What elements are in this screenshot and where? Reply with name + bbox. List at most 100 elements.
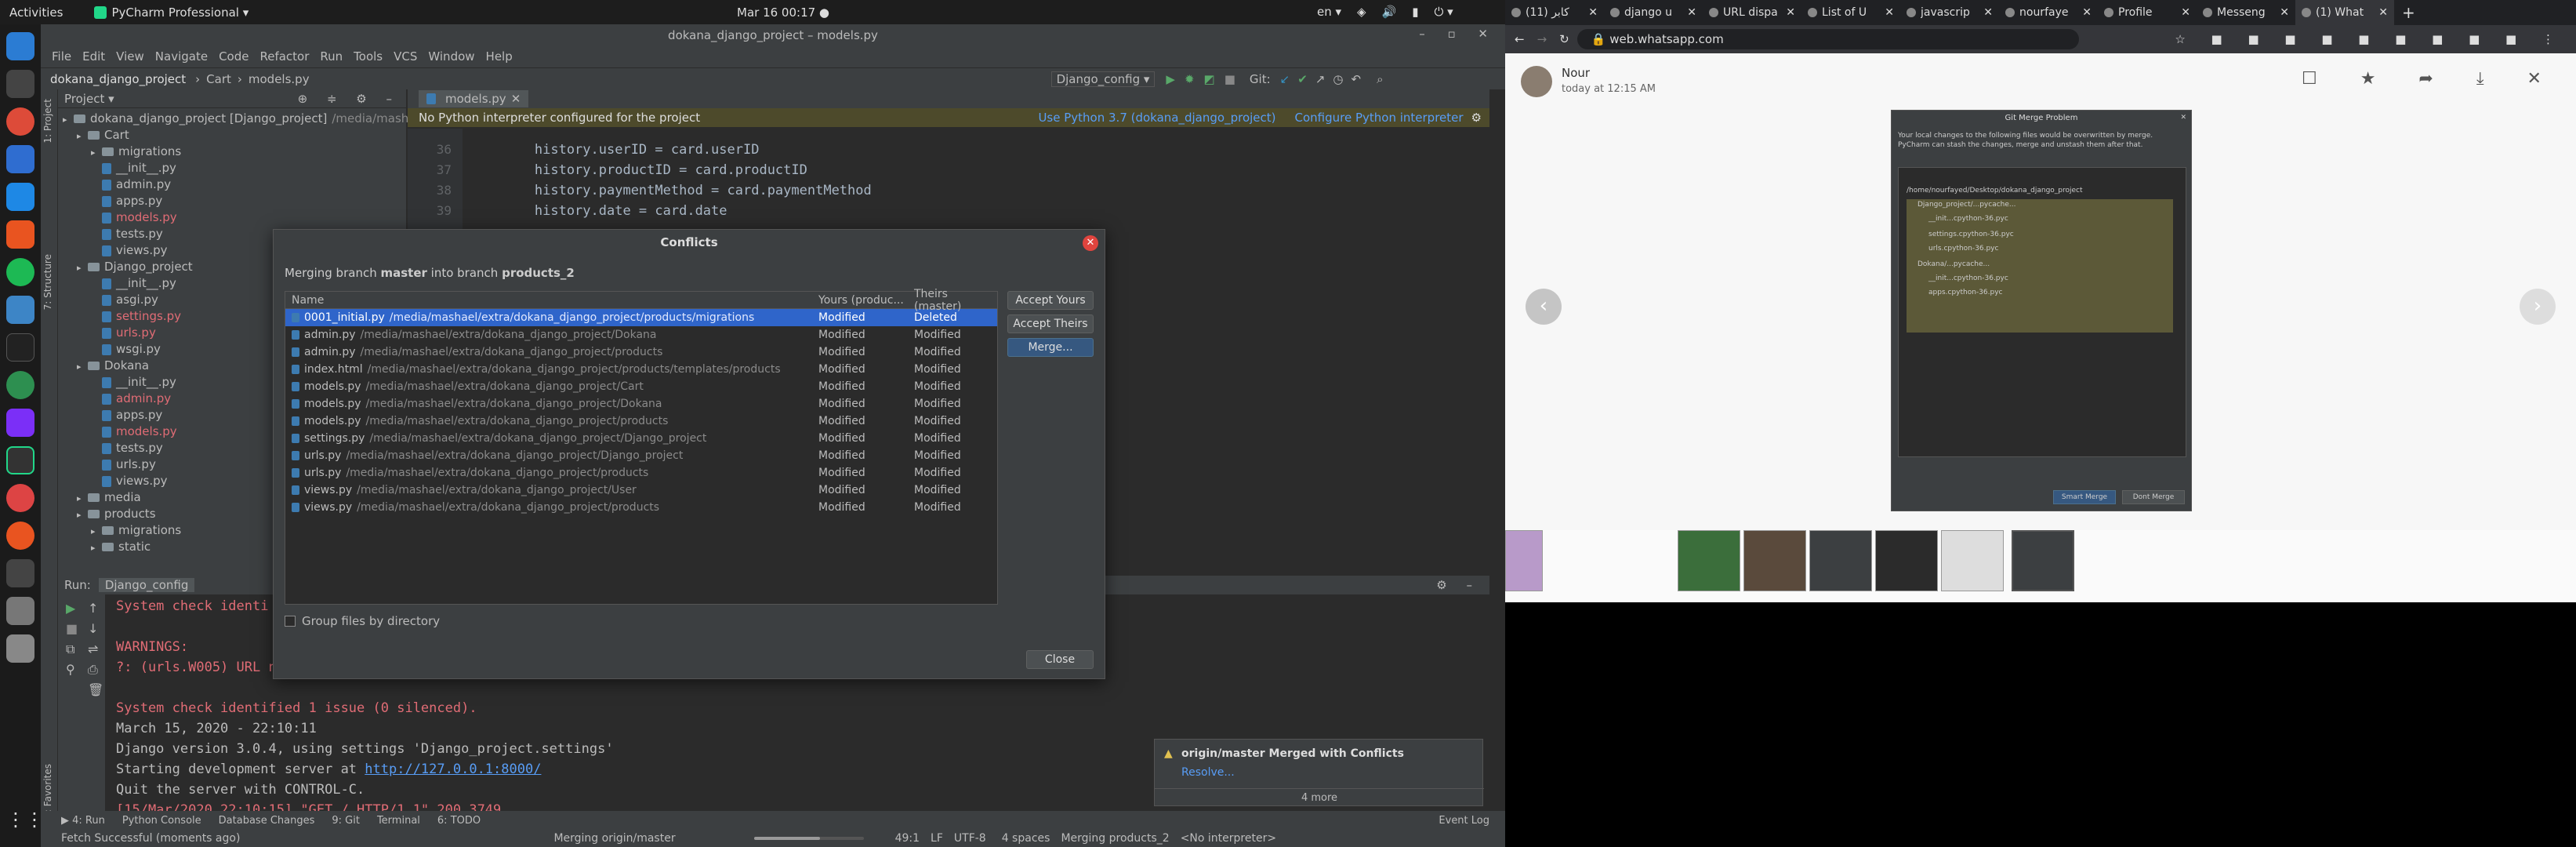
server-link[interactable]: http://127.0.0.1:8000/ bbox=[365, 762, 541, 777]
editor-tab-models[interactable]: models.py ✕ bbox=[419, 90, 529, 107]
accept-yours-button[interactable]: Accept Yours bbox=[1007, 291, 1094, 310]
menu-refactor[interactable]: Refactor bbox=[259, 49, 309, 64]
trash-icon[interactable] bbox=[6, 634, 34, 663]
tree-file[interactable]: views.py bbox=[91, 242, 168, 259]
menu-navigate[interactable]: Navigate bbox=[155, 49, 208, 64]
menu-run[interactable]: Run bbox=[320, 49, 343, 64]
indent[interactable]: 4 spaces bbox=[1002, 832, 1050, 845]
tree-file[interactable]: admin.py bbox=[91, 390, 171, 407]
app-menu[interactable]: PyCharm Professional ▾ bbox=[94, 5, 249, 20]
commit-icon[interactable]: ✔ bbox=[1297, 72, 1308, 86]
tree-file[interactable]: apps.py bbox=[91, 406, 162, 424]
group-checkbox[interactable] bbox=[285, 616, 296, 627]
browser-tab[interactable]: django u ✕ bbox=[1604, 0, 1703, 25]
thumbnail-selected[interactable] bbox=[2012, 530, 2074, 591]
run-tab[interactable]: Django_config bbox=[98, 578, 195, 592]
browser-tab[interactable]: Profile ✕ bbox=[2098, 0, 2197, 25]
menu-code[interactable]: Code bbox=[219, 49, 249, 64]
menu-view[interactable]: View bbox=[116, 49, 144, 64]
run-icon[interactable]: ▶ bbox=[1166, 72, 1175, 86]
status-message[interactable]: Fetch Successful (moments ago) bbox=[61, 832, 240, 845]
table-row[interactable]: views.py/media/mashael/extra/dokana_djan… bbox=[285, 482, 997, 499]
tree-folder[interactable]: ▸ dokana_django_project [Django_project]… bbox=[63, 110, 437, 127]
table-row[interactable]: urls.py/media/mashael/extra/dokana_djang… bbox=[285, 447, 997, 464]
tree-file[interactable]: views.py bbox=[91, 472, 168, 489]
coverage-icon[interactable]: ◩ bbox=[1204, 72, 1215, 86]
browser-tab[interactable]: URL dispa ✕ bbox=[1703, 0, 1801, 25]
tree-folder[interactable]: ▸ Dokana bbox=[77, 357, 149, 374]
app-icon[interactable] bbox=[6, 70, 34, 98]
caret-position[interactable]: 49:1 bbox=[895, 832, 920, 845]
gitkraken-icon[interactable] bbox=[6, 371, 34, 399]
close-icon[interactable]: ✕ bbox=[1885, 0, 1894, 25]
bottom-tool-tab[interactable]: Database Changes bbox=[219, 815, 315, 827]
tree-file[interactable]: asgi.py bbox=[91, 291, 158, 308]
chevron-right-icon[interactable]: ▸ bbox=[91, 540, 102, 557]
close-icon[interactable]: ✕ bbox=[1687, 0, 1696, 25]
tree-folder[interactable]: ▸ Django_project bbox=[77, 258, 193, 275]
tree-file[interactable]: tests.py bbox=[91, 225, 163, 242]
close-button[interactable]: Close bbox=[1026, 650, 1094, 669]
close-icon[interactable]: ✕ bbox=[1083, 235, 1098, 251]
forward-icon[interactable]: → bbox=[1537, 32, 1547, 46]
breadcrumb-project[interactable]: dokana_django_project bbox=[50, 72, 186, 86]
tree-file[interactable]: urls.py bbox=[91, 456, 156, 473]
new-tab-icon[interactable]: + bbox=[2402, 3, 2415, 22]
tree-folder[interactable]: ▸ Cart bbox=[77, 126, 129, 144]
activities-button[interactable]: Activities bbox=[9, 5, 63, 20]
chevron-right-icon[interactable]: ▸ bbox=[77, 260, 88, 277]
more-notifications[interactable]: 4 more bbox=[1155, 788, 1484, 807]
tree-file[interactable]: settings.py bbox=[91, 307, 181, 325]
wrap-icon[interactable]: ⇌ bbox=[88, 642, 98, 656]
browser-tab[interactable]: javascrip ✕ bbox=[1900, 0, 1999, 25]
thumbnail[interactable] bbox=[1505, 530, 1543, 591]
bottom-tool-tab[interactable]: ▶ 4: Run bbox=[61, 815, 105, 827]
tree-file[interactable]: models.py bbox=[91, 423, 177, 440]
back-icon[interactable]: ← bbox=[1515, 32, 1525, 46]
push-icon[interactable]: ↗ bbox=[1315, 72, 1326, 86]
close-icon[interactable]: ✕ bbox=[2181, 0, 2190, 25]
close-icon[interactable]: ✕ bbox=[1983, 0, 1993, 25]
chevron-right-icon[interactable]: ▸ bbox=[77, 128, 88, 145]
scroll-up-icon[interactable]: ↑ bbox=[88, 601, 98, 616]
interpreter-status[interactable]: <No interpreter> bbox=[1181, 832, 1276, 845]
rerun-icon[interactable]: ▶ bbox=[66, 601, 75, 616]
tree-folder[interactable]: ▸ migrations bbox=[91, 143, 181, 160]
table-row[interactable]: models.py/media/mashael/extra/dokana_dja… bbox=[285, 378, 997, 395]
history-icon[interactable]: ◷ bbox=[1333, 72, 1343, 86]
table-row[interactable]: urls.py/media/mashael/extra/dokana_djang… bbox=[285, 464, 997, 482]
run-panel-settings-icon[interactable]: ⚙ – bbox=[1436, 578, 1480, 592]
thumbnail[interactable] bbox=[1743, 530, 1806, 591]
battery-icon[interactable]: ▮ bbox=[1412, 5, 1418, 19]
thumbnail[interactable] bbox=[1809, 530, 1872, 591]
thumbnail[interactable] bbox=[1941, 530, 2004, 591]
code-area[interactable]: history.userID = card.userID history.pro… bbox=[470, 129, 872, 221]
browser-tab[interactable]: (1) What ✕ bbox=[2295, 0, 2394, 25]
tree-folder[interactable]: ▸ migrations bbox=[91, 522, 181, 539]
run-config-select[interactable]: Django_config ▾ bbox=[1050, 71, 1156, 87]
table-row[interactable]: admin.py/media/mashael/extra/dokana_djan… bbox=[285, 326, 997, 344]
line-separator[interactable]: LF bbox=[931, 832, 943, 845]
trash-icon[interactable]: 🗑 bbox=[88, 682, 103, 697]
wifi-icon[interactable]: ◈ bbox=[1357, 5, 1366, 19]
gear-icon[interactable]: ⚙ bbox=[1471, 111, 1482, 125]
tree-folder[interactable]: ▸ static bbox=[91, 538, 151, 555]
volume-icon[interactable]: 🔊 bbox=[1382, 5, 1397, 19]
menu-help[interactable]: Help bbox=[486, 49, 513, 64]
menu-window[interactable]: Window bbox=[428, 49, 474, 64]
table-row[interactable]: models.py/media/mashael/extra/dokana_dja… bbox=[285, 395, 997, 413]
lang-indicator[interactable]: en ▾ bbox=[1317, 5, 1341, 19]
git-branch[interactable]: Merging products_2 bbox=[1061, 832, 1169, 845]
tree-file[interactable]: __init__.py bbox=[91, 159, 176, 176]
bottom-tool-tab[interactable]: Python Console bbox=[122, 815, 201, 827]
shared-screenshot[interactable]: Git Merge Problem ✕ Your local changes t… bbox=[1891, 110, 2192, 511]
rollback-icon[interactable]: ↶ bbox=[1351, 72, 1361, 86]
menu-edit[interactable]: Edit bbox=[82, 49, 105, 64]
close-icon[interactable]: ✕ bbox=[2378, 0, 2388, 25]
close-icon[interactable]: ✕ bbox=[2280, 0, 2289, 25]
stop-icon[interactable]: ■ bbox=[66, 621, 78, 636]
tree-file[interactable]: wsgi.py bbox=[91, 340, 161, 358]
clock[interactable]: Mar 16 00:17 ● bbox=[737, 5, 829, 20]
software-icon[interactable] bbox=[6, 220, 34, 249]
close-icon[interactable]: ✕ bbox=[1588, 0, 1598, 25]
